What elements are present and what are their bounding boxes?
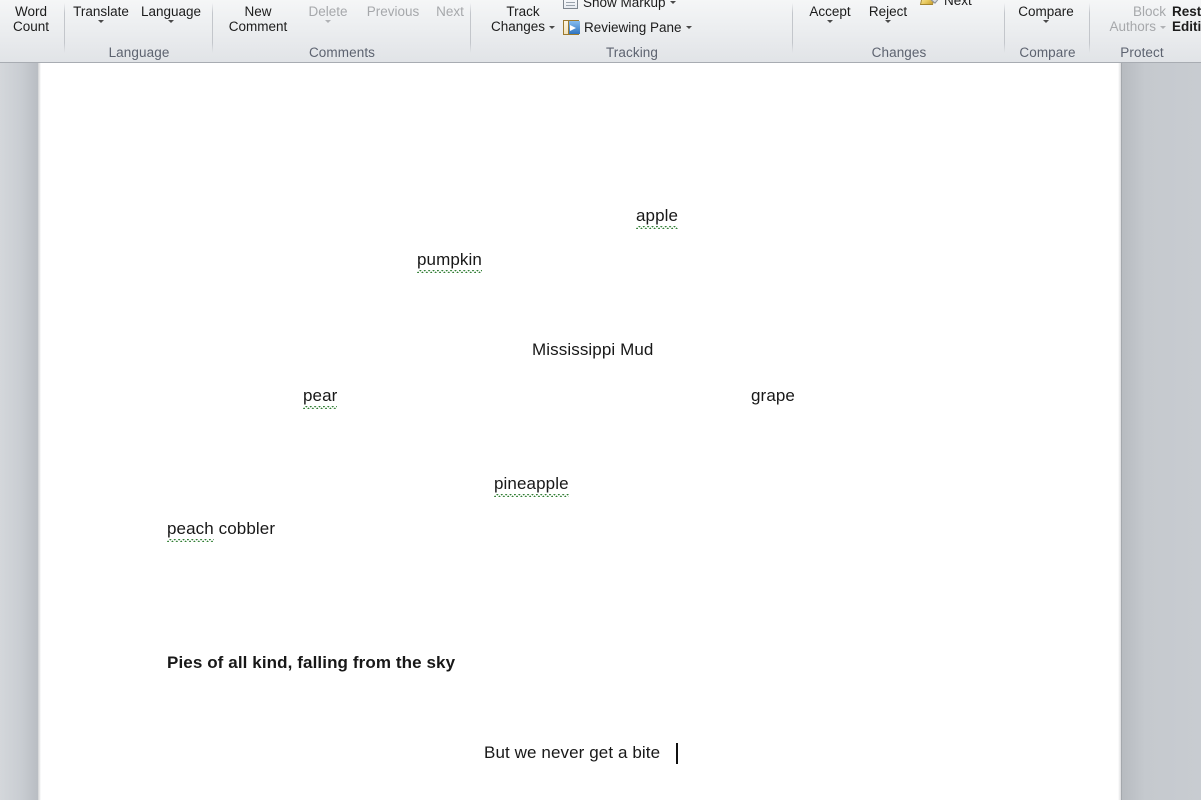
spellcheck-underline: pineapple	[494, 474, 569, 497]
restrict-editing-label-line1: Restrict	[1172, 4, 1201, 19]
document-workspace[interactable]: apple pumpkin Mississippi Mud pear grape pine…	[0, 63, 1201, 800]
show-markup-row[interactable]: Show Markup	[563, 0, 676, 12]
page-shadow-right	[1118, 63, 1122, 800]
language-label: Language	[140, 4, 202, 19]
compare-label: Compare	[1018, 4, 1074, 19]
doc-text-pineapple[interactable]: pineapple	[494, 474, 569, 497]
new-comment-label-line1: New	[244, 4, 272, 19]
doc-text-grape[interactable]: grape	[751, 386, 795, 406]
group-label-language: Language	[108, 45, 170, 60]
chevron-down-icon[interactable]	[549, 25, 556, 29]
spellcheck-underline: apple	[636, 206, 679, 229]
compare-button[interactable]: Compare	[1005, 4, 1087, 23]
word-count-label-line1: Word	[14, 4, 47, 19]
group-label-changes: Changes	[871, 45, 927, 60]
doc-text-peach-cobbler[interactable]: peach cobbler	[167, 519, 276, 542]
chevron-down-icon[interactable]	[827, 20, 833, 23]
track-changes-label-line2: Changes	[479, 19, 567, 34]
group-label-comments: Comments	[308, 45, 376, 60]
doc-text-pear[interactable]: pear	[303, 386, 338, 409]
previous-comment-label: Previous	[366, 4, 420, 19]
reviewing-pane-label: Reviewing Pane	[584, 19, 682, 35]
show-markup-label: Show Markup	[583, 0, 666, 10]
track-changes-button[interactable]: Track Changes	[479, 4, 567, 34]
ribbon-group-proofing: Word Count	[0, 0, 65, 62]
group-label-compare: Compare	[1019, 45, 1076, 60]
chevron-down-icon[interactable]	[885, 20, 891, 23]
block-authors-label-line1: Block	[1132, 4, 1166, 19]
track-changes-label-line2-text: Changes	[490, 19, 546, 34]
spellcheck-underline: pumpkin	[417, 250, 482, 273]
chevron-down-icon[interactable]	[325, 20, 331, 23]
chevron-down-icon[interactable]	[98, 20, 104, 23]
spellcheck-underline: pear	[303, 386, 338, 409]
doc-text-plain: cobbler	[213, 519, 276, 538]
next-change-icon	[921, 0, 939, 8]
spellcheck-underline: peach	[167, 519, 214, 542]
new-comment-button[interactable]: New Comment	[217, 4, 299, 34]
word-count-button[interactable]: Word Count	[0, 4, 62, 34]
translate-label: Translate	[73, 4, 129, 19]
chevron-down-icon[interactable]	[685, 25, 692, 29]
group-label-protect: Protect	[1120, 45, 1164, 60]
group-label-tracking: Tracking	[605, 45, 659, 60]
chevron-down-icon[interactable]	[1160, 25, 1166, 29]
chevron-down-icon[interactable]	[168, 20, 174, 23]
next-change-row[interactable]: Next	[921, 0, 972, 10]
accept-button[interactable]: Accept	[799, 4, 861, 23]
workspace-gutter-left	[0, 63, 38, 800]
translate-button[interactable]: Translate	[67, 4, 135, 23]
reject-button[interactable]: Reject	[857, 4, 919, 23]
chevron-down-icon[interactable]	[1043, 20, 1049, 23]
doc-text-apple[interactable]: apple	[636, 206, 679, 229]
next-comment-label: Next	[436, 4, 464, 19]
document-icon	[563, 0, 578, 9]
doc-text-bite-line[interactable]: But we never get a bite	[484, 743, 660, 763]
restrict-editing-label-line2: Editing	[1172, 19, 1201, 34]
ribbon-group-protect: Block Authors Restrict Editing Protect	[1090, 0, 1201, 62]
accept-label: Accept	[809, 4, 851, 19]
doc-text-mississippi-mud[interactable]: Mississippi Mud	[532, 340, 653, 360]
chevron-down-icon[interactable]	[669, 0, 676, 4]
text-cursor	[676, 743, 678, 764]
block-authors-button[interactable]: Block Authors	[1092, 4, 1166, 34]
ribbon-group-comments: New Comment Delete Previous Next Comment…	[213, 0, 471, 62]
doc-text-pies-line[interactable]: Pies of all kind, falling from the sky	[167, 653, 455, 673]
reject-label: Reject	[868, 4, 908, 19]
ribbon-group-compare: Compare Compare	[1005, 0, 1090, 62]
reviewing-pane-icon	[563, 19, 580, 35]
page-shadow-left	[38, 63, 41, 800]
ribbon-group-changes: Accept Reject Next Changes	[793, 0, 1005, 62]
delete-comment-button[interactable]: Delete	[299, 4, 357, 23]
restrict-editing-button[interactable]: Restrict Editing	[1172, 4, 1201, 34]
block-authors-label-line2: Authors	[1092, 19, 1166, 34]
reviewing-pane-row[interactable]: Reviewing Pane	[563, 17, 692, 37]
ribbon-group-language: Translate Language Language	[65, 0, 213, 62]
ribbon-group-tracking: Track Changes Show Markup Reviewing Pane…	[471, 0, 793, 62]
doc-text-pumpkin[interactable]: pumpkin	[417, 250, 482, 273]
new-comment-label-line2: Comment	[228, 19, 288, 34]
document-page[interactable]: apple pumpkin Mississippi Mud pear grape pine…	[38, 63, 1121, 800]
workspace-gutter-right	[1121, 63, 1201, 800]
language-button[interactable]: Language	[135, 4, 207, 23]
block-authors-label-line2-text: Authors	[1109, 19, 1156, 34]
review-ribbon: Word Count Translate Language Language N…	[0, 0, 1201, 63]
previous-comment-button[interactable]: Previous	[354, 4, 432, 19]
word-count-label-line2: Count	[12, 19, 50, 34]
next-change-label: Next	[944, 0, 972, 8]
delete-comment-label: Delete	[308, 4, 348, 19]
next-comment-button[interactable]: Next	[428, 4, 472, 19]
track-changes-label-line1: Track	[506, 4, 540, 19]
